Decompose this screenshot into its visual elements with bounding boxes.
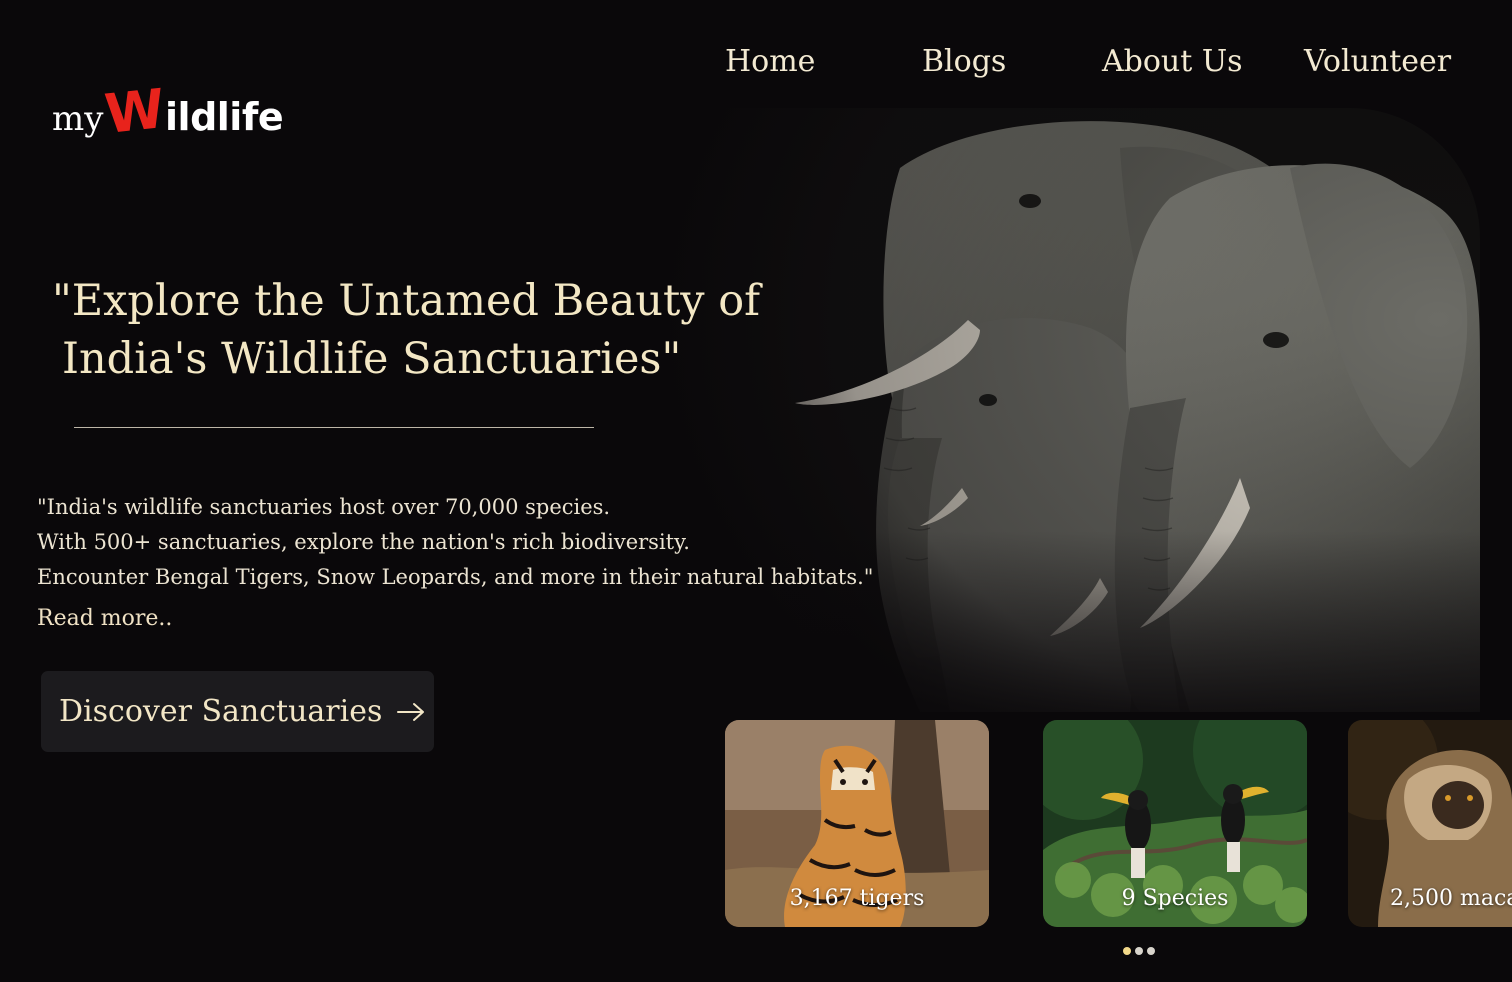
hero-divider: [74, 427, 594, 428]
carousel-dots: [1123, 947, 1155, 955]
hero-headline-line-2: India's Wildlife Sanctuaries": [62, 334, 682, 384]
hero-description-line: "India's wildlife sanctuaries host over …: [37, 495, 611, 519]
nav-link-blogs[interactable]: Blogs: [922, 44, 1006, 79]
carousel-dot-3[interactable]: [1147, 947, 1155, 955]
nav-link-home[interactable]: Home: [725, 44, 815, 79]
logo[interactable]: my W ildlife: [52, 77, 284, 146]
stat-card-macaques[interactable]: 2,500 maca: [1348, 720, 1512, 927]
stat-card-tigers[interactable]: 3,167 tigers: [725, 720, 989, 927]
logo-initial: W: [102, 77, 169, 146]
nav-link-volunteer[interactable]: Volunteer: [1304, 44, 1451, 79]
stat-card-species[interactable]: 9 Species: [1043, 720, 1307, 927]
hero-description-line: With 500+ sanctuaries, explore the natio…: [37, 530, 690, 554]
discover-sanctuaries-button[interactable]: Discover Sanctuaries: [41, 671, 434, 752]
read-more-link[interactable]: Read more..: [37, 606, 172, 631]
discover-sanctuaries-label: Discover Sanctuaries: [59, 694, 383, 729]
hero-headline: "Explore the Untamed Beauty of India's W…: [52, 272, 812, 388]
hero-description: "India's wildlife sanctuaries host over …: [37, 490, 937, 595]
stat-card-label: 2,500 maca: [1390, 886, 1512, 911]
logo-prefix: my: [52, 99, 104, 139]
nav-link-about-us[interactable]: About Us: [1102, 44, 1243, 79]
carousel-dot-1[interactable]: [1123, 947, 1131, 955]
arrow-right-icon: [396, 701, 426, 723]
carousel-dot-2[interactable]: [1135, 947, 1143, 955]
hero-elephants-image: [650, 108, 1480, 712]
stat-card-label: 3,167 tigers: [789, 886, 925, 911]
stat-card-label: 9 Species: [1121, 886, 1229, 911]
hero-headline-line-1: "Explore the Untamed Beauty of: [52, 276, 761, 326]
logo-rest: ildlife: [165, 95, 284, 139]
hero-description-line: Encounter Bengal Tigers, Snow Leopards, …: [37, 565, 874, 589]
